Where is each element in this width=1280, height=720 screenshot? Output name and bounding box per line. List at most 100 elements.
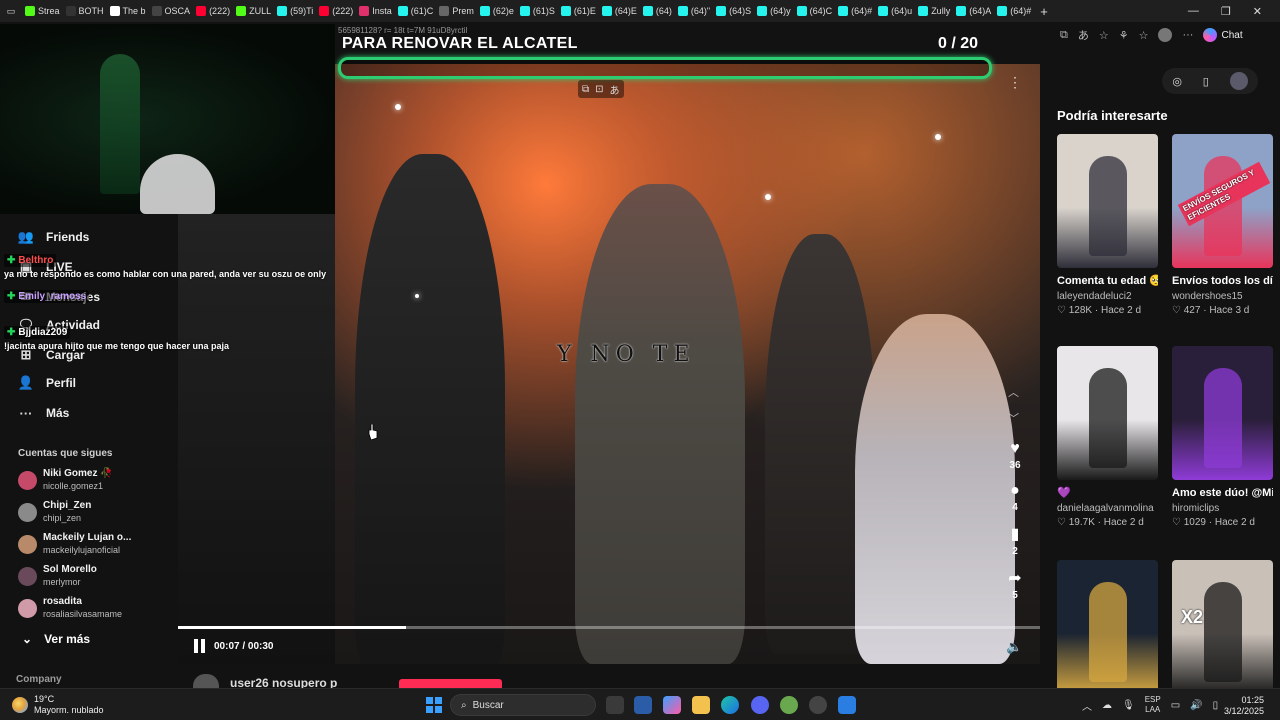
sidebar-item-friends[interactable]: 👥 Friends — [18, 229, 89, 244]
video-player[interactable]: Y NO TE — [335, 64, 1040, 664]
browser-tab[interactable]: Strea — [22, 0, 63, 22]
visual-search-icon[interactable]: ⊡ — [595, 84, 603, 95]
microphone-icon[interactable]: 🎙 — [1122, 700, 1135, 711]
copilot-app-icon[interactable] — [663, 696, 681, 714]
browser-tab[interactable]: ZULL — [233, 0, 274, 22]
following-account[interactable]: Chipi_Zen chipi_zen — [18, 500, 91, 524]
user-avatar[interactable] — [1229, 72, 1248, 90]
browser-tab[interactable]: (64)y — [754, 0, 794, 22]
previous-video-icon[interactable]: ︿ — [1008, 384, 1019, 400]
minimize-icon[interactable]: — — [1188, 5, 1199, 17]
device-icon[interactable]: ▯ — [1203, 75, 1209, 88]
speaker-icon[interactable]: 🔊 — [1190, 700, 1202, 711]
video-thumbnail[interactable]: X2 — [1172, 560, 1273, 694]
browser-tab[interactable]: (64)u — [875, 0, 915, 22]
browser-tab[interactable]: (61)S — [517, 0, 558, 22]
follow-button[interactable] — [399, 679, 502, 688]
profile-avatar-icon[interactable] — [1158, 28, 1173, 42]
weather-widget[interactable]: 19°C Mayorm. nublado — [12, 694, 104, 716]
browser-tab[interactable]: Prem — [436, 0, 477, 22]
following-account[interactable]: Sol Morello merlymor — [18, 564, 97, 588]
browser-tab[interactable]: (64)E — [599, 0, 640, 22]
favorite-star-icon[interactable]: ☆ — [1099, 29, 1109, 42]
windows-start-icon[interactable] — [426, 697, 442, 713]
comment-button[interactable]: ● 4 — [1004, 482, 1026, 513]
pip-icon[interactable]: ⧉ — [582, 84, 589, 95]
browser-tab[interactable]: BOTH — [63, 0, 107, 22]
see-more-button[interactable]: ⌄ Ver más — [22, 632, 90, 646]
company-link[interactable]: Company — [16, 674, 62, 685]
browser-tab[interactable]: (64)# — [994, 0, 1034, 22]
video-thumbnail[interactable] — [1172, 346, 1273, 480]
edge-icon[interactable] — [721, 696, 739, 714]
extensions-icon[interactable]: ⚘ — [1119, 29, 1129, 42]
task-view-icon[interactable] — [606, 696, 624, 714]
volume-icon[interactable]: 🔈 — [1006, 639, 1022, 655]
card-author[interactable]: laleyendadeluci2 — [1057, 291, 1158, 302]
browser-tab[interactable]: OSCA — [149, 0, 194, 22]
app-icon[interactable] — [780, 696, 798, 714]
pause-icon[interactable] — [194, 639, 206, 653]
obs-icon[interactable] — [809, 696, 827, 714]
browser-tab[interactable]: (222) — [316, 0, 356, 22]
browser-tab[interactable]: Insta — [356, 0, 395, 22]
browser-tab[interactable]: Zully — [915, 0, 953, 22]
app-blue-icon[interactable] — [838, 696, 856, 714]
browser-tab[interactable]: (62)e — [477, 0, 517, 22]
recommended-video-card[interactable]: Amo este dúo! @Milenka_nolasco...hiromic… — [1172, 346, 1273, 528]
browser-tab[interactable]: (64)A — [953, 0, 994, 22]
browser-tab[interactable]: (64)S — [713, 0, 754, 22]
close-icon[interactable]: ✕ — [1253, 5, 1262, 18]
address-bar-text[interactable]: 565981128? r= 18t t=7M 91uD8yrctil — [338, 26, 467, 35]
onedrive-icon[interactable]: ☁ — [1102, 700, 1112, 711]
chevron-up-icon[interactable]: ︿ — [1082, 698, 1092, 713]
maximize-icon[interactable]: ❐ — [1221, 5, 1231, 18]
card-author[interactable]: danielaagalvanmolina — [1057, 503, 1158, 514]
browser-tab[interactable]: (59)Ti — [274, 0, 316, 22]
video-thumbnail[interactable] — [1057, 560, 1158, 694]
recommended-video-card[interactable] — [1057, 560, 1158, 694]
browser-tab[interactable]: (61)E — [558, 0, 599, 22]
clock[interactable]: 01:25 3/12/2025 — [1224, 695, 1264, 717]
browser-tab[interactable]: (64) — [640, 0, 675, 22]
sidebar-item-más[interactable]: ··· Más — [18, 406, 70, 421]
next-video-icon[interactable]: ﹀ — [1008, 410, 1019, 426]
language-indicator[interactable]: ESP LAA — [1145, 695, 1161, 715]
battery-icon[interactable]: ▯ — [1213, 700, 1219, 711]
following-account[interactable]: Niki Gomez 🥀 nicolle.gomez1 — [18, 468, 113, 492]
video-thumbnail[interactable]: ENVÍOS SEGUROS Y EFICIENTES — [1172, 134, 1273, 268]
translate-icon[interactable]: あ — [1078, 27, 1089, 43]
store-icon[interactable] — [634, 696, 652, 714]
card-author[interactable]: wondershoes15 — [1172, 291, 1273, 302]
discord-icon[interactable] — [751, 696, 769, 714]
taskbar-search[interactable]: ⌕ Buscar — [450, 694, 596, 716]
video-thumbnail[interactable] — [1057, 134, 1158, 268]
bookmark-button[interactable]: ▮ 2 — [1004, 526, 1026, 557]
video-more-options-icon[interactable]: ⋮ — [1008, 74, 1022, 91]
collections-icon[interactable]: ☆ — [1139, 29, 1149, 42]
recommended-video-card[interactable]: ENVÍOS SEGUROS Y EFICIENTES Envíos todos … — [1172, 134, 1273, 316]
sidebar-item-perfil[interactable]: 👤 Perfil — [18, 375, 76, 390]
open-in-app-icon[interactable]: ⧉ — [1060, 29, 1068, 42]
compass-icon[interactable]: ◎ — [1172, 75, 1182, 88]
heart-button[interactable]: ♥ 36 — [1004, 440, 1026, 471]
recommended-video-card[interactable]: Comenta tu edad 🥺 💘 #viral laleyendadeluc… — [1057, 134, 1158, 316]
browser-tab[interactable]: The b — [107, 0, 149, 22]
copilot-chat-button[interactable]: Chat — [1203, 28, 1243, 42]
following-account[interactable]: Mackeily Lujan o... mackeilylujanoficial — [18, 532, 131, 556]
share-button[interactable]: ➦ 5 — [1004, 570, 1026, 601]
video-thumbnail[interactable] — [1057, 346, 1158, 480]
following-account[interactable]: rosadita rosaliasilvasamame — [18, 596, 122, 620]
browser-tab[interactable]: (64)C — [794, 0, 836, 22]
browser-tab[interactable]: (64)# — [835, 0, 875, 22]
new-tab-button[interactable]: + — [1034, 0, 1051, 22]
browser-tab[interactable]: (64)" — [675, 0, 713, 22]
browser-tab[interactable]: (222) — [193, 0, 233, 22]
tab-actions-icon[interactable]: ▭ — [0, 0, 22, 22]
translate-video-icon[interactable]: あ — [610, 82, 620, 97]
video-progress-bar[interactable] — [178, 626, 1040, 629]
card-author[interactable]: hiromiclips — [1172, 503, 1273, 514]
display-icon[interactable]: ▭ — [1171, 700, 1180, 711]
file-explorer-icon[interactable] — [692, 696, 710, 714]
browser-tab[interactable]: (61)C — [395, 0, 437, 22]
